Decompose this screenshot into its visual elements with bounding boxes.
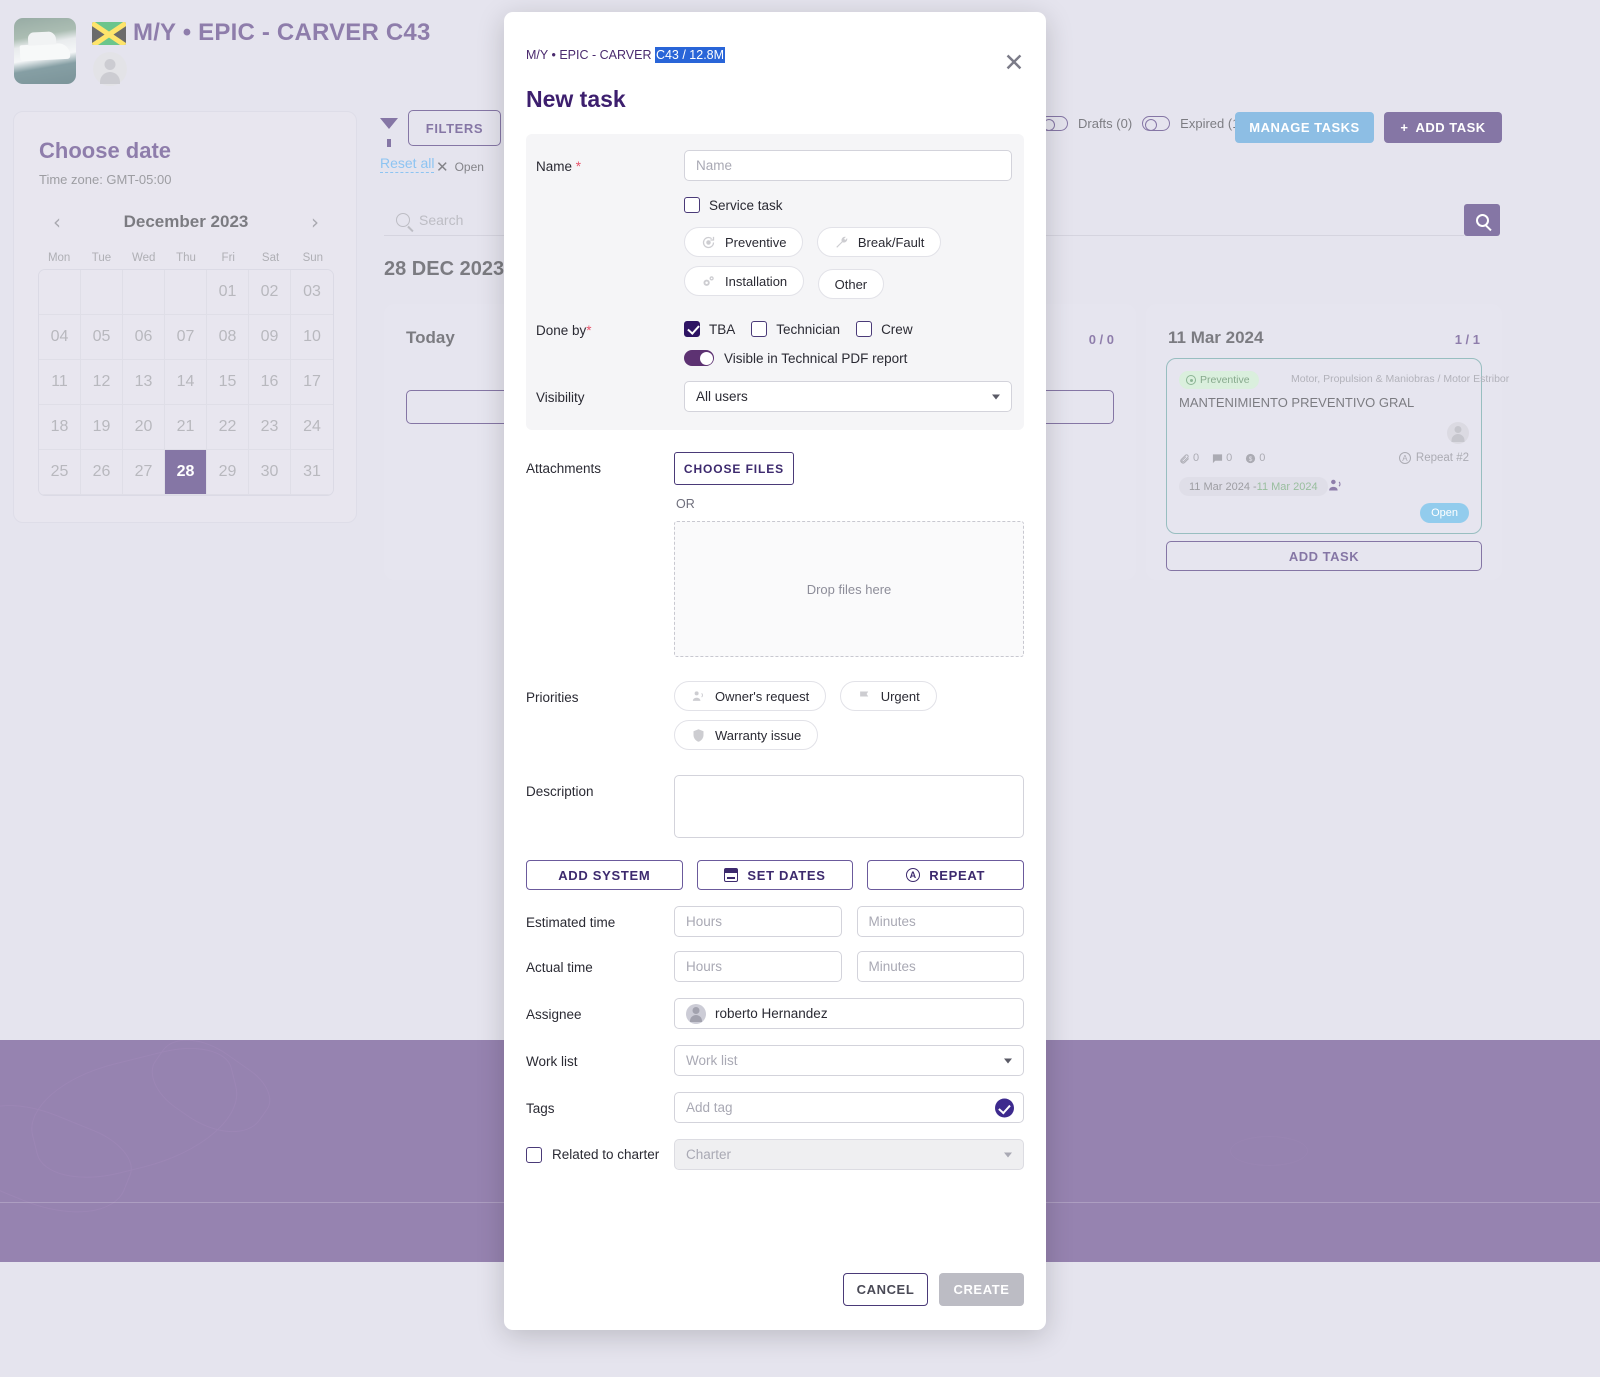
assignee-label: Assignee: [526, 1007, 582, 1022]
related-to-charter-label: Related to charter: [552, 1147, 660, 1162]
file-dropzone[interactable]: Drop files here: [674, 521, 1024, 657]
breadcrumb: M/Y • EPIC - CARVER C43 / 12.8M: [526, 47, 726, 63]
actual-minutes-input[interactable]: Minutes: [856, 951, 1024, 982]
work-list-placeholder: Work list: [686, 1053, 738, 1068]
done-by-crew[interactable]: Crew: [856, 321, 913, 337]
repeat-icon: A: [906, 868, 921, 882]
avatar-icon: [686, 1003, 706, 1024]
priority-warranty-issue[interactable]: Warranty issue: [674, 720, 819, 750]
modal-body: Name * Name Service task Preventive Brea…: [526, 134, 1025, 1170]
assignee-value: roberto Hernandez: [715, 1006, 828, 1021]
task-type-chips: Preventive Break/Fault Installation Othe…: [684, 227, 1012, 308]
priority-chips: Owner's request Urgent Warranty issue: [674, 681, 1024, 759]
name-label: Name *: [536, 159, 582, 174]
checkbox-box[interactable]: [526, 1146, 542, 1163]
priority-urgent[interactable]: Urgent: [839, 681, 937, 711]
choose-files-button[interactable]: CHOOSE FILES: [674, 452, 794, 485]
done-by-label: Done by*: [536, 323, 592, 338]
preventive-icon: [702, 236, 715, 248]
new-task-modal: M/Y • EPIC - CARVER C43 / 12.8M ✕ New ta…: [504, 12, 1046, 1330]
or-label: OR: [676, 497, 695, 511]
estimated-hours-input[interactable]: Hours: [674, 906, 842, 937]
tags-label: Tags: [526, 1101, 555, 1116]
description-textarea[interactable]: [674, 775, 1024, 838]
actual-hours-input[interactable]: Hours: [674, 951, 842, 982]
name-placeholder: Name: [696, 158, 733, 173]
actual-time-label: Actual time: [526, 960, 593, 975]
attachments-label: Attachments: [526, 461, 602, 476]
repeat-button[interactable]: A REPEAT: [867, 860, 1025, 890]
tags-placeholder: Add tag: [686, 1100, 733, 1115]
priority-owners-request[interactable]: Owner's request: [674, 681, 827, 711]
priorities-label: Priorities: [526, 690, 579, 705]
visibility-select[interactable]: All users: [684, 381, 1012, 412]
tags-input[interactable]: Add tag: [674, 1092, 1024, 1123]
chevron-down-icon: [992, 394, 1000, 399]
done-by-tba[interactable]: TBA: [684, 321, 735, 337]
task-type-installation[interactable]: Installation: [684, 266, 805, 296]
assignee-input[interactable]: roberto Hernandez: [674, 998, 1024, 1029]
modal-action-buttons: ADD SYSTEM SET DATES A REPEAT: [526, 860, 1025, 890]
cancel-button[interactable]: CANCEL: [843, 1273, 928, 1306]
add-system-button[interactable]: ADD SYSTEM: [526, 860, 683, 890]
related-to-charter-checkbox[interactable]: Related to charter: [526, 1146, 674, 1163]
charter-placeholder: Charter: [686, 1147, 732, 1162]
done-by-technician[interactable]: Technician: [751, 321, 840, 337]
visibility-label: Visibility: [536, 390, 585, 405]
check-circle-icon[interactable]: [995, 1098, 1014, 1117]
modal-title: New task: [526, 86, 626, 112]
description-label: Description: [526, 784, 594, 799]
create-button: CREATE: [939, 1273, 1024, 1306]
estimated-time-label: Estimated time: [526, 915, 616, 930]
primary-fields-section: Name * Name Service task Preventive Brea…: [526, 134, 1024, 430]
checkbox-box[interactable]: [684, 321, 700, 337]
charter-select: Charter: [674, 1139, 1024, 1170]
dropzone-text: Drop files here: [806, 581, 892, 597]
breadcrumb-prefix: M/Y • EPIC - CARVER: [526, 48, 655, 62]
task-type-break-fault[interactable]: Break/Fault: [816, 227, 942, 257]
service-task-checkbox[interactable]: Service task: [684, 197, 783, 213]
pdf-visibility-toggle[interactable]: [684, 350, 714, 366]
flag-icon: [859, 690, 868, 702]
checkbox-box[interactable]: [751, 321, 768, 337]
shield-icon: [693, 728, 704, 742]
task-type-preventive[interactable]: Preventive: [684, 227, 804, 257]
task-type-other[interactable]: Other: [817, 269, 885, 299]
checkbox-box[interactable]: [684, 197, 700, 213]
done-by-options: TBA Technician Crew: [684, 314, 1012, 337]
estimated-minutes-input[interactable]: Minutes: [856, 906, 1024, 937]
modal-footer: CANCEL CREATE: [843, 1273, 1024, 1306]
owners-request-icon: [692, 690, 703, 701]
set-dates-button[interactable]: SET DATES: [696, 860, 854, 890]
checkbox-box[interactable]: [856, 321, 873, 337]
work-list-label: Work list: [526, 1054, 578, 1069]
chevron-down-icon: [1004, 1152, 1012, 1157]
breadcrumb-selected-text: C43 / 12.8M: [654, 47, 726, 63]
close-icon[interactable]: ✕: [1000, 50, 1028, 78]
service-task-label: Service task: [709, 197, 783, 213]
chevron-down-icon: [1004, 1058, 1012, 1063]
name-input[interactable]: Name: [684, 150, 1012, 181]
gears-icon: [703, 275, 714, 286]
wrench-icon: [836, 236, 848, 248]
calendar-icon: [724, 868, 739, 882]
visibility-value: All users: [696, 389, 748, 404]
pdf-visibility-label: Visible in Technical PDF report: [724, 350, 908, 366]
work-list-select[interactable]: Work list: [674, 1045, 1024, 1076]
pdf-visibility-toggle-row: Visible in Technical PDF report: [684, 350, 1012, 366]
